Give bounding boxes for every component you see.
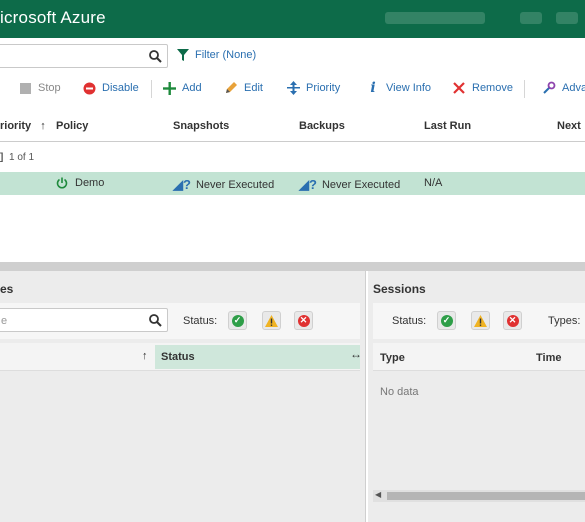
- jobs-panel: es e Status: ✓ ✕ ↑ Status ↔: [0, 271, 366, 522]
- remove-button[interactable]: Remove: [452, 80, 513, 96]
- error-x-icon: ✕: [297, 314, 310, 327]
- status-error-toggle[interactable]: ✕: [503, 311, 522, 330]
- status-success-toggle[interactable]: ✓: [437, 311, 456, 330]
- column-status[interactable]: Status ↔: [155, 345, 362, 369]
- toolbar: Stop Disable Add Edit Priority i View In…: [0, 73, 585, 103]
- column-resize-icon[interactable]: ↔: [350, 347, 362, 361]
- panel-title: Sessions: [373, 282, 426, 296]
- column-snapshots[interactable]: Snapshots: [173, 120, 229, 132]
- panel-filter-strip: e Status: ✓ ✕: [0, 303, 360, 339]
- last-run-cell: N/A: [424, 177, 443, 189]
- panel-search-input[interactable]: e: [0, 308, 168, 332]
- table-row[interactable]: Demo ◢? Never Executed ◢? Never Executed…: [0, 172, 585, 195]
- column-last-run[interactable]: Last Run: [424, 120, 471, 132]
- app-title: icrosoft Azure: [0, 8, 106, 27]
- info-icon: i: [370, 80, 376, 96]
- search-input[interactable]: [0, 44, 168, 68]
- warning-icon: [474, 314, 487, 327]
- check-icon: ✓: [440, 314, 453, 327]
- blurred-icon: [556, 12, 578, 24]
- sort-up-icon: ↑: [142, 350, 148, 362]
- error-x-icon: ✕: [506, 314, 519, 327]
- status-error-toggle[interactable]: ✕: [294, 311, 313, 330]
- panel-splitter[interactable]: [0, 262, 585, 271]
- toolbar-separator: [151, 80, 152, 98]
- view-info-button[interactable]: i View Info: [366, 80, 431, 96]
- sessions-panel: Sessions Status: ✓ ✕ Types: Type Time No…: [368, 271, 585, 522]
- backups-cell: ◢? Never Executed: [299, 177, 401, 192]
- page-indicator-icon: ]: [0, 152, 4, 163]
- add-button[interactable]: Add: [162, 80, 202, 96]
- search-icon[interactable]: [149, 50, 162, 63]
- priority-arrows-icon: [286, 81, 300, 95]
- warning-icon: [265, 314, 278, 327]
- column-type[interactable]: Type: [380, 352, 405, 364]
- status-success-toggle[interactable]: ✓: [228, 311, 247, 330]
- question-status-icon: ◢?: [173, 177, 191, 192]
- column-policy[interactable]: Policy: [56, 120, 88, 132]
- stop-button[interactable]: Stop: [18, 80, 61, 96]
- panel-column-header: ↑ Status ↔: [0, 343, 362, 371]
- page-count: 1 of 1: [9, 152, 35, 163]
- disable-icon: [82, 81, 96, 95]
- advanced-button[interactable]: Adva: [542, 80, 585, 96]
- search-bar: Filter (None): [0, 40, 585, 72]
- stop-icon: [18, 81, 32, 95]
- status-warning-toggle[interactable]: [262, 311, 281, 330]
- disable-button[interactable]: Disable: [82, 80, 139, 96]
- search-icon[interactable]: [149, 314, 162, 327]
- power-enabled-icon: [56, 177, 68, 189]
- filter-button[interactable]: Filter (None): [177, 49, 256, 61]
- panel-title: es: [0, 282, 14, 296]
- blurred-user-info: [385, 12, 485, 24]
- question-status-icon: ◢?: [299, 177, 317, 192]
- sort-up-icon: ↑: [40, 120, 46, 132]
- horizontal-scrollbar[interactable]: ◀: [373, 490, 585, 502]
- check-icon: ✓: [231, 314, 244, 327]
- status-label: Status:: [392, 315, 427, 327]
- pager: ] 1 of 1: [0, 148, 585, 170]
- toolbar-separator: [524, 80, 525, 98]
- advanced-settings-icon: [542, 81, 556, 95]
- sessions-filter-strip: Status: ✓ ✕ Types:: [373, 303, 585, 339]
- column-time[interactable]: Time: [536, 352, 561, 364]
- status-label: Status:: [183, 315, 218, 327]
- filter-icon: [177, 49, 189, 61]
- column-backups[interactable]: Backups: [299, 120, 345, 132]
- status-warning-toggle[interactable]: [471, 311, 490, 330]
- plus-icon: [162, 81, 176, 95]
- policies-grid-header: riority ↑ Policy Snapshots Backups Last …: [0, 110, 585, 142]
- policy-cell: Demo: [56, 177, 104, 189]
- snapshots-cell: ◢? Never Executed: [173, 177, 275, 192]
- scroll-left-icon[interactable]: ◀: [375, 490, 381, 499]
- empty-message: No data: [380, 386, 419, 398]
- blurred-icon: [520, 12, 542, 24]
- scrollbar-thumb[interactable]: [387, 492, 585, 500]
- pencil-icon: [224, 81, 238, 95]
- filter-label: Filter (None): [195, 49, 257, 61]
- types-label: Types:: [548, 315, 581, 327]
- column-next[interactable]: Next: [557, 120, 581, 132]
- title-bar: icrosoft Azure: [0, 0, 585, 38]
- sessions-column-header: Type Time: [373, 343, 585, 371]
- edit-button[interactable]: Edit: [224, 80, 263, 96]
- close-icon: [452, 81, 466, 95]
- column-priority[interactable]: riority ↑: [0, 120, 46, 132]
- priority-button[interactable]: Priority: [286, 80, 340, 96]
